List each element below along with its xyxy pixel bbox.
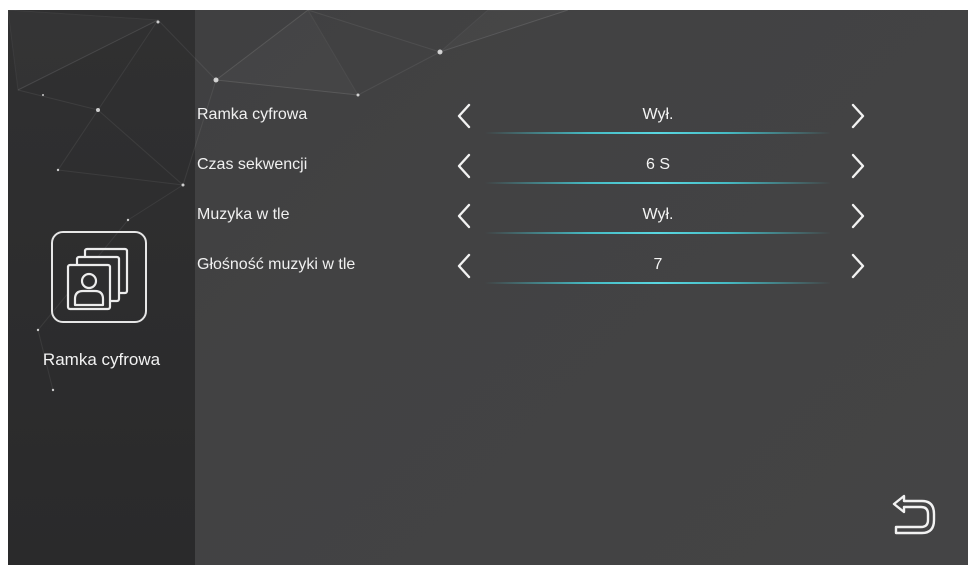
setting-value: Wył. [642, 206, 674, 223]
setting-label: Ramka cyfrowa [197, 106, 308, 123]
chevron-right-icon[interactable] [847, 202, 869, 230]
setting-row-digital-frame: Ramka cyfrowa Wył. [195, 98, 895, 138]
settings-screen: Ramka cyfrowa Ramka cyfrowa Wył. Czas se… [8, 10, 968, 565]
chevron-right-icon[interactable] [847, 152, 869, 180]
setting-label: Czas sekwencji [197, 156, 308, 173]
setting-value: Wył. [642, 106, 674, 123]
app-title: Ramka cyfrowa [42, 350, 161, 369]
back-return-icon [892, 494, 936, 535]
setting-value: 6 S [645, 156, 670, 173]
chevron-left-icon[interactable] [453, 252, 475, 280]
setting-row-background-music: Muzyka w tle Wył. [195, 198, 895, 238]
value-underline [485, 232, 831, 234]
setting-label: Głośność muzyki w tle [197, 256, 356, 273]
chevron-left-icon[interactable] [453, 102, 475, 130]
value-underline [485, 282, 831, 284]
chevron-left-icon[interactable] [453, 152, 475, 180]
setting-label: Muzyka w tle [197, 206, 290, 223]
back-button[interactable] [888, 492, 940, 538]
setting-row-music-volume: Głośność muzyki w tle 7 [195, 248, 895, 288]
value-underline [485, 132, 831, 134]
value-underline [485, 182, 831, 184]
chevron-left-icon[interactable] [453, 202, 475, 230]
chevron-right-icon[interactable] [847, 102, 869, 130]
setting-row-sequence-time: Czas sekwencji 6 S [195, 148, 895, 188]
digital-frame-app-icon [51, 231, 147, 323]
setting-value: 7 [653, 256, 663, 273]
digital-frame-icon [66, 247, 129, 311]
chevron-right-icon[interactable] [847, 252, 869, 280]
